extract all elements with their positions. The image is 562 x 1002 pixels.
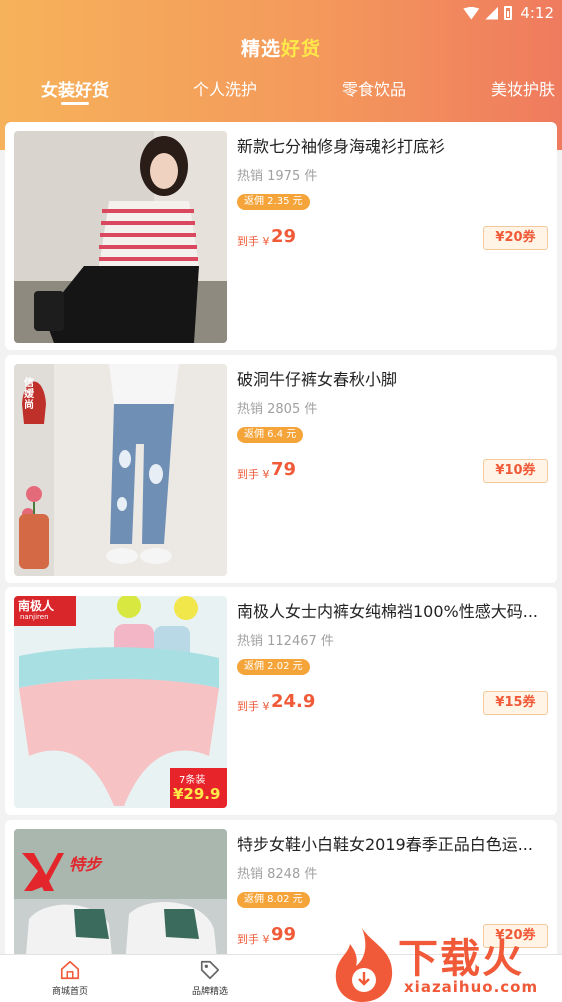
product-card[interactable]: 南极人 nanjiren 7条装 ¥29.9 南极人女士内裤女纯棉裆100%性感… [5, 587, 557, 815]
watermark-logo: 下载火 xiazaihuo.com [332, 924, 562, 1002]
status-bar: 4:12 [0, 0, 562, 28]
tab-personal-care[interactable]: 个人洗护 [193, 76, 257, 100]
signal-icon [485, 6, 499, 20]
image-brand-sub: nanjiren [20, 613, 49, 621]
image-pack-label: 7条装 [179, 775, 206, 786]
product-price: 29 [271, 226, 297, 247]
product-name: 破洞牛仔裤女春秋小脚 [237, 370, 398, 389]
price-label: 到手 ¥ [237, 235, 270, 248]
image-price-tag: ¥29.9 [173, 785, 221, 803]
product-card[interactable]: 信嫒尚 破洞牛仔裤女春秋小脚 热销 2805 件 返佣 6.4 元 到手 ¥ 7… [5, 355, 557, 583]
image-brand: 特步 [69, 855, 102, 874]
product-price: 99 [271, 924, 297, 945]
coupon-button[interactable]: ¥20券 [483, 226, 548, 250]
price-label: 到手 ¥ [237, 933, 270, 946]
flame-logo-icon [335, 928, 393, 1002]
product-sales: 热销 8248 件 [237, 867, 318, 882]
active-tab-indicator [61, 102, 89, 105]
price-label: 到手 ¥ [237, 468, 270, 481]
commission-badge: 返佣 8.02 元 [237, 892, 310, 908]
product-sales: 热销 112467 件 [237, 634, 334, 649]
home-icon [60, 960, 80, 980]
status-icons: 4:12 [463, 4, 554, 22]
product-image[interactable] [14, 131, 227, 343]
image-brand: 南极人 [18, 599, 55, 613]
product-sales: 热销 1975 件 [237, 169, 318, 184]
image-badge: 信嫒尚 [24, 378, 34, 411]
product-sales: 热销 2805 件 [237, 402, 318, 417]
commission-badge: 返佣 2.02 元 [237, 659, 310, 675]
watermark-url: xiazaihuo.com [404, 978, 539, 996]
commission-badge: 返佣 6.4 元 [237, 427, 304, 443]
tabbar-item-home[interactable]: 商城首页 [15, 959, 125, 997]
product-name: 南极人女士内裤女纯棉裆100%性感大码... [237, 602, 539, 621]
product-name: 新款七分袖修身海魂衫打底衫 [237, 137, 446, 156]
coupon-button[interactable]: ¥10券 [483, 459, 548, 483]
wifi-icon [463, 6, 480, 20]
product-price: 24.9 [271, 691, 316, 712]
watermark-text: 下载火 [398, 936, 524, 982]
tag-icon [200, 960, 220, 980]
title-main: 精选 [240, 38, 281, 60]
commission-badge: 返佣 2.35 元 [237, 194, 310, 210]
product-price: 79 [271, 459, 297, 480]
tab-beauty-skincare[interactable]: 美妆护肤 [491, 76, 555, 100]
tabbar-label-brands: 品牌精选 [191, 987, 228, 997]
tabbar-label-home: 商城首页 [51, 987, 88, 997]
tab-womens-clothing[interactable]: 女装好货 [41, 76, 109, 101]
product-image[interactable]: 南极人 nanjiren 7条装 ¥29.9 [14, 596, 227, 808]
tabbar-item-brands[interactable]: 品牌精选 [155, 959, 265, 997]
product-card[interactable]: 新款七分袖修身海魂衫打底衫 热销 1975 件 返佣 2.35 元 到手 ¥ 2… [5, 122, 557, 350]
status-time: 4:12 [520, 4, 554, 22]
product-name: 特步女鞋小白鞋女2019春季正品白色运... [237, 835, 533, 854]
tab-snacks-drinks[interactable]: 零食饮品 [342, 76, 406, 100]
price-label: 到手 ¥ [237, 700, 270, 713]
coupon-button[interactable]: ¥15券 [483, 691, 548, 715]
battery-icon [504, 6, 513, 20]
category-tabs: 女装好货 个人洗护 零食饮品 美妆护肤 [0, 76, 562, 116]
page-title: 精选好货 [0, 34, 562, 61]
title-highlight: 好货 [281, 38, 322, 60]
product-image[interactable]: 信嫒尚 [14, 364, 227, 576]
